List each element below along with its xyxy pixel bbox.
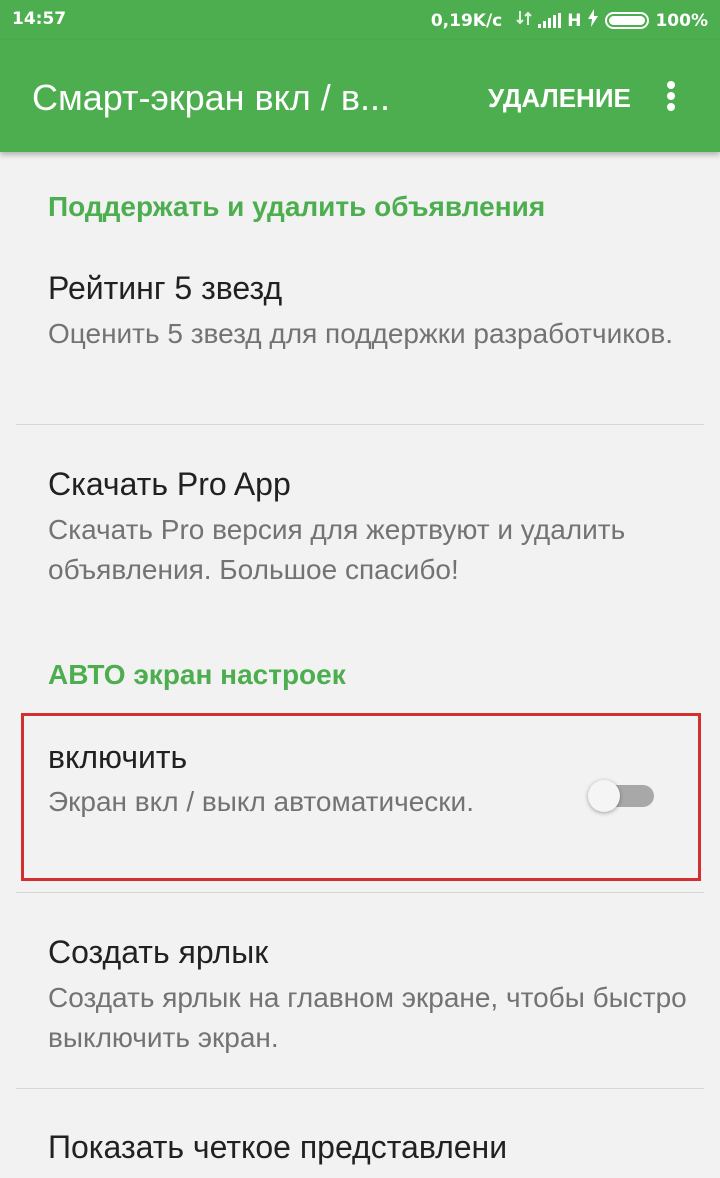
divider <box>16 1088 704 1089</box>
pref-title: Скачать Pro App <box>48 466 291 502</box>
battery-fill <box>609 16 646 25</box>
status-icons: 0,19K/c H 100% <box>431 9 708 32</box>
network-speed: 0,19K/c <box>430 10 503 31</box>
app-bar: Смарт-экран вкл / в... УДАЛЕНИЕ <box>0 40 720 152</box>
section-header-support: Поддержать и удалить объявления <box>48 191 546 222</box>
battery-percent: 100% <box>655 10 708 31</box>
remove-ads-button[interactable]: УДАЛЕНИЕ <box>488 82 631 114</box>
pref-title: Рейтинг 5 звезд <box>48 270 283 306</box>
network-type: H <box>567 10 582 31</box>
text-fade <box>520 1120 600 1170</box>
data-transfer-icon <box>516 9 532 32</box>
battery-icon <box>605 12 650 29</box>
pref-title: Создать ярлык <box>48 934 269 970</box>
status-bar: 14:57 0,19K/c H 100% <box>0 0 720 40</box>
pref-summary: Создать ярлык на главном экране, чтобы б… <box>48 982 687 1053</box>
more-vertical-icon[interactable] <box>656 76 686 116</box>
pref-summary: Скачать Pro версия для жертвуют и удалит… <box>48 514 626 585</box>
divider <box>16 892 704 893</box>
enable-switch[interactable] <box>588 780 658 812</box>
switch-thumb <box>588 780 620 812</box>
pref-summary: Оценить 5 звезд для поддержки разработчи… <box>48 318 674 349</box>
pref-title: Показать четкое представлени <box>48 1129 508 1165</box>
status-time: 14:57 <box>12 9 67 29</box>
section-header-auto-screen: АВТО экран настроек <box>48 659 346 690</box>
divider <box>16 424 704 425</box>
charging-icon <box>587 9 599 32</box>
pref-summary: Экран вкл / выкл автоматически. <box>48 786 474 817</box>
signal-icon <box>538 13 562 28</box>
pref-title: включить <box>48 739 188 775</box>
app-title: Смарт-экран вкл / в... <box>32 77 390 118</box>
